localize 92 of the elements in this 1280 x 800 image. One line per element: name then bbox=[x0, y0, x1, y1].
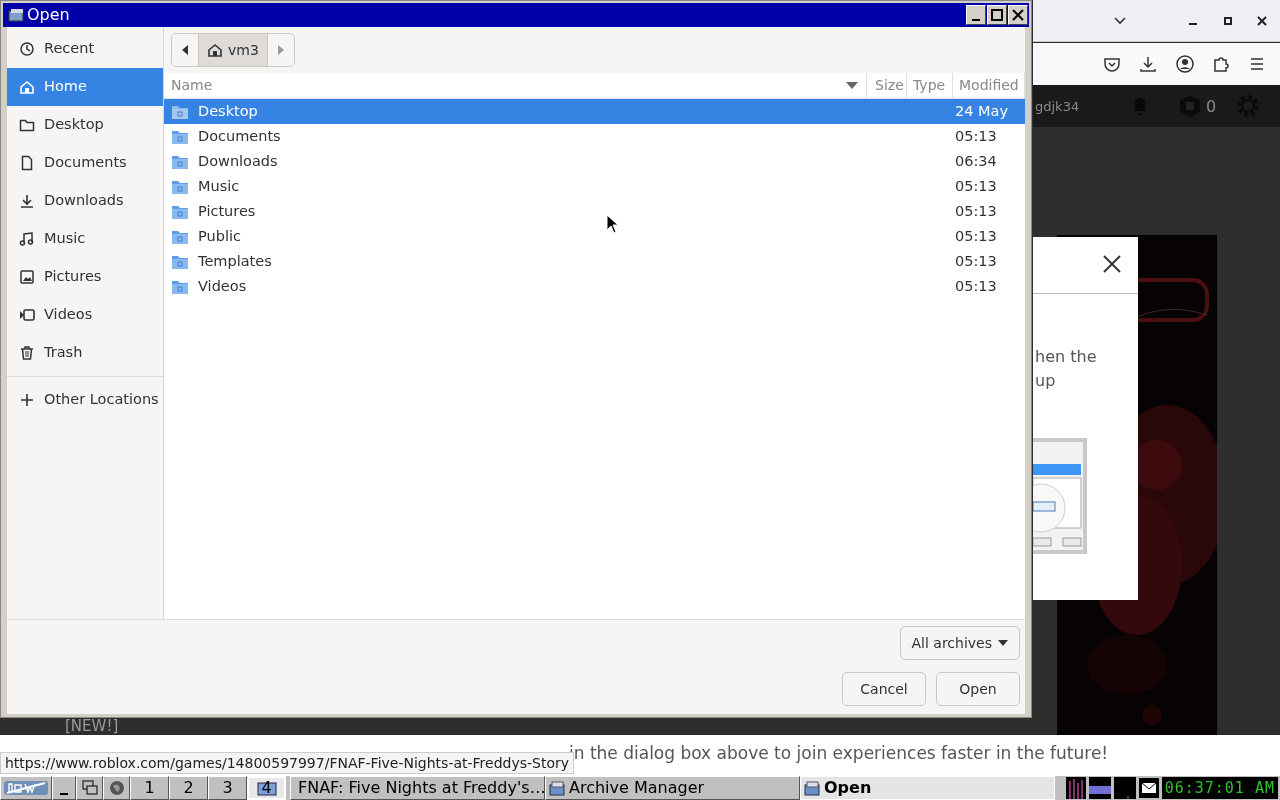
workspace-button[interactable]: 3 bbox=[208, 776, 247, 800]
username-label: gdjk34 bbox=[1035, 98, 1080, 116]
filter-dropdown[interactable]: All archives bbox=[899, 626, 1020, 660]
robux-count: 0 bbox=[1206, 96, 1217, 118]
home-icon bbox=[19, 79, 35, 95]
workspace-button[interactable]: 2 bbox=[169, 776, 208, 800]
folder-icon bbox=[172, 154, 188, 169]
video-camera-icon bbox=[19, 307, 35, 323]
folder-icon bbox=[172, 279, 188, 294]
home-icon bbox=[207, 42, 223, 58]
window-title: Open bbox=[27, 4, 70, 26]
globe-icon bbox=[108, 780, 125, 796]
folder-icon bbox=[172, 254, 188, 269]
close-icon[interactable] bbox=[1256, 15, 1268, 27]
close-icon bbox=[1010, 7, 1026, 23]
folder-icon bbox=[172, 129, 188, 144]
window-icon bbox=[256, 780, 277, 796]
trash-icon bbox=[19, 345, 35, 361]
task-button[interactable]: Archive Manager bbox=[545, 776, 800, 800]
cpu-graph-icon bbox=[1065, 777, 1086, 799]
document-icon bbox=[19, 155, 35, 171]
clock: 06:37:01 AM bbox=[1161, 777, 1278, 799]
window-icon bbox=[804, 780, 820, 796]
file-row[interactable]: Public 05:13 bbox=[164, 224, 1025, 249]
file-row[interactable]: Desktop 24 May bbox=[164, 99, 1025, 124]
sidebar-item[interactable]: Music bbox=[7, 220, 163, 258]
dialog-button[interactable]: Open bbox=[936, 672, 1020, 706]
sidebar-item[interactable]: Home bbox=[7, 68, 163, 106]
dialog-button[interactable]: Cancel bbox=[842, 672, 926, 706]
mouse-pointer-icon bbox=[606, 214, 620, 234]
task-button[interactable]: Open bbox=[800, 776, 1055, 800]
sidebar-item[interactable]: Pictures bbox=[7, 258, 163, 296]
file-row[interactable]: Downloads 06:34 bbox=[164, 149, 1025, 174]
maximize-icon[interactable] bbox=[1222, 15, 1234, 27]
right-arrow-icon bbox=[276, 45, 285, 55]
modal-text: up bbox=[1035, 370, 1057, 392]
file-row[interactable]: Pictures 05:13 bbox=[164, 199, 1025, 224]
sidebar-item[interactable]: Recent bbox=[7, 30, 163, 68]
caret-icon bbox=[998, 640, 1008, 646]
sidebar-item[interactable]: Other Locations bbox=[7, 381, 163, 419]
folder-icon bbox=[172, 229, 188, 244]
column-header[interactable]: Modified bbox=[953, 73, 1025, 98]
download-icon bbox=[19, 193, 35, 209]
column-header[interactable]: Size bbox=[867, 73, 907, 98]
mail-icon[interactable] bbox=[1138, 778, 1159, 798]
logo bbox=[3, 779, 49, 797]
status-url: https://www.roblox.com/games/14800597997/FNAF-Five-Nights-at-Freddys-Story bbox=[0, 752, 575, 774]
new-label: [NEW!] bbox=[65, 718, 119, 735]
sidebar-item[interactable]: Videos bbox=[7, 296, 163, 334]
minimize-icon bbox=[972, 19, 980, 21]
column-header[interactable]: Name bbox=[164, 73, 867, 98]
left-arrow-icon bbox=[181, 45, 189, 55]
workspace-button[interactable]: 4 bbox=[247, 776, 286, 800]
folder-icon bbox=[172, 104, 188, 119]
file-row[interactable]: Videos 05:13 bbox=[164, 274, 1025, 299]
memory-graph-icon bbox=[1088, 777, 1111, 799]
workspace-button[interactable]: 1 bbox=[130, 776, 169, 800]
windows-icon bbox=[81, 780, 98, 796]
download-icon[interactable] bbox=[1138, 54, 1158, 74]
maximize-icon bbox=[989, 7, 1005, 23]
puzzle-icon[interactable] bbox=[1211, 54, 1231, 74]
sidebar-item[interactable]: Trash bbox=[7, 334, 163, 372]
file-row[interactable]: Documents 05:13 bbox=[164, 124, 1025, 149]
clock-icon bbox=[19, 41, 35, 57]
window-list-button[interactable] bbox=[76, 776, 103, 800]
sort-arrow-icon bbox=[846, 81, 858, 90]
window-icon bbox=[8, 7, 26, 23]
image-icon bbox=[19, 269, 35, 285]
globe-button[interactable] bbox=[103, 776, 130, 800]
music-note-icon bbox=[19, 231, 35, 247]
sidebar-item[interactable]: Documents bbox=[7, 144, 163, 182]
minimize-icon bbox=[60, 793, 68, 795]
close-button[interactable] bbox=[1008, 5, 1028, 25]
maximize-button[interactable] bbox=[987, 5, 1007, 25]
minimize-button[interactable] bbox=[966, 5, 986, 25]
chevron-down-icon[interactable] bbox=[1113, 16, 1127, 26]
window-icon bbox=[549, 780, 565, 796]
folder-icon bbox=[172, 204, 188, 219]
show-desktop-button[interactable] bbox=[52, 776, 76, 800]
network-graph-icon bbox=[1113, 777, 1136, 799]
sidebar-item[interactable]: Desktop bbox=[7, 106, 163, 144]
sidebar-item[interactable]: Downloads bbox=[7, 182, 163, 220]
folder-icon bbox=[172, 179, 188, 194]
path-button[interactable]: vm3 bbox=[198, 34, 268, 66]
file-row[interactable]: Templates 05:13 bbox=[164, 249, 1025, 274]
file-row[interactable]: Music 05:13 bbox=[164, 174, 1025, 199]
account-icon[interactable] bbox=[1175, 54, 1195, 74]
column-header[interactable]: Type bbox=[907, 73, 953, 98]
task-button[interactable]: FNAF: Five Nights at Freddy's… bbox=[290, 776, 545, 800]
folder-icon bbox=[19, 117, 35, 133]
plus-icon bbox=[19, 392, 35, 408]
start-button[interactable] bbox=[0, 776, 52, 800]
